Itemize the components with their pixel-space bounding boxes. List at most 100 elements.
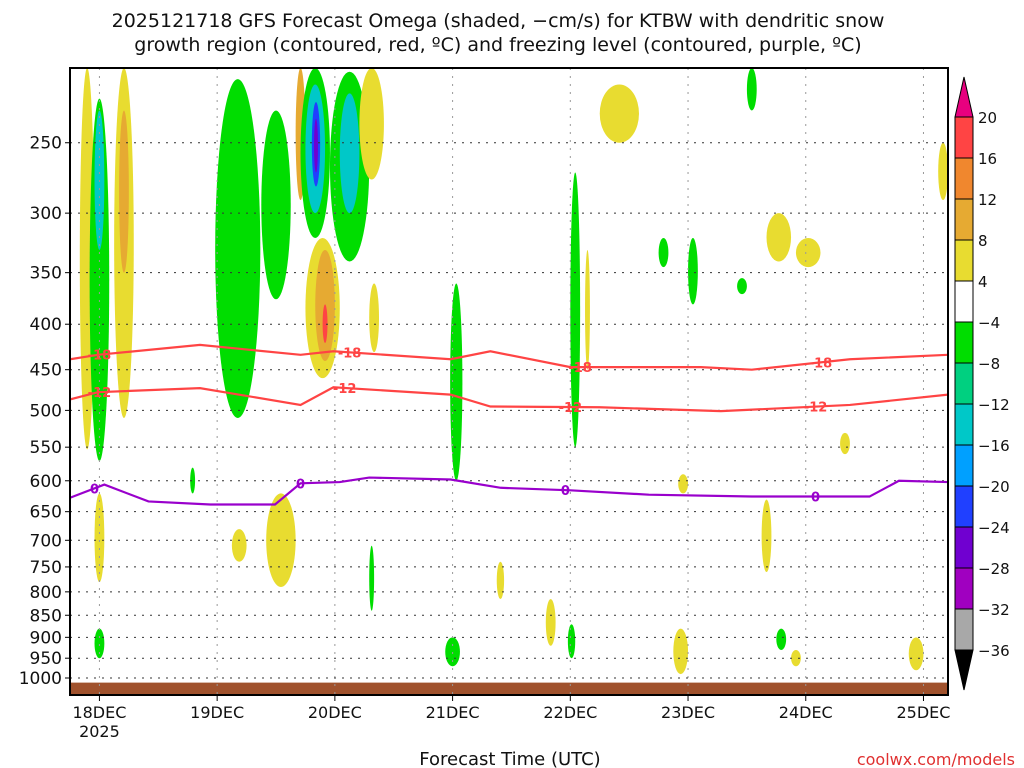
omega-shaded-region: [840, 432, 850, 455]
plot-area: -18 -18 -18 -18 -12 -12 -12 -12 0 0 0 0 250 300 350 400…: [19, 67, 950, 741]
y-tick-label: 300: [30, 204, 62, 224]
colorbar-band: [954, 198, 974, 241]
x-tick-label: 21DEC: [426, 703, 480, 722]
minus-18-isotherm-label: -18: [568, 361, 592, 376]
omega-shaded-region: [673, 628, 689, 675]
omega-shaded-region: [94, 493, 105, 583]
y-tick-label: 900: [30, 628, 62, 648]
omega-shaded-region: [908, 637, 924, 671]
x-tick-label: 19DEC: [190, 703, 244, 722]
colorbar-band: [954, 362, 974, 405]
y-tick-label: 750: [30, 558, 62, 578]
y-tick-label: 1000: [19, 669, 62, 689]
colorbar-label: −28: [978, 560, 1010, 578]
y-tick-label: 500: [30, 401, 62, 421]
omega-shaded-region: [746, 68, 757, 111]
omega-shaded-region: [313, 118, 318, 173]
colorbar-label: −24: [978, 519, 1010, 537]
omega-shaded-region: [795, 238, 821, 268]
x-tick-sublabel: 2025: [79, 722, 120, 741]
credit-text: coolwx.com/models: [857, 750, 1015, 768]
colorbar: 20 16 12 8 4 −4 −8 −12 −16 −20 −24 −28 −32 −36: [954, 76, 1010, 691]
y-tick-label: 450: [30, 361, 62, 381]
colorbar-label: −20: [978, 478, 1010, 496]
freezing-level-label: 0: [811, 491, 820, 506]
y-tick-label: 350: [30, 264, 62, 284]
omega-shaded-region: [737, 278, 747, 295]
minus-18-isotherm-label: -18: [88, 349, 112, 364]
omega-shaded-region: [545, 599, 556, 646]
colorbar-band: [954, 239, 974, 282]
omega-shaded-region: [761, 499, 772, 573]
plot-content: -18 -18 -18 -18 -12 -12 -12 -12 0 0 0 0: [70, 68, 948, 695]
omega-shaded-region: [567, 624, 576, 659]
colorbar-band: [954, 485, 974, 528]
minus-18-isotherm-label: -18: [338, 346, 362, 361]
y-tick-label: 650: [30, 503, 62, 523]
colorbar-label: −4: [978, 314, 1000, 332]
omega-shaded-region: [766, 213, 792, 262]
freezing-level-label: 0: [90, 482, 99, 497]
colorbar-label: 8: [978, 232, 988, 250]
colorbar-band: [954, 567, 974, 610]
colorbar-label: 20: [978, 109, 997, 127]
omega-shaded-region: [369, 545, 375, 611]
omega-time-height-chart: 2025121718 GFS Forecast Omega (shaded, −…: [19, 10, 1015, 768]
colorbar-band: [954, 526, 974, 569]
omega-shaded-region: [776, 628, 787, 650]
y-tick-label: 800: [30, 583, 62, 603]
colorbar-band: [954, 608, 974, 651]
omega-shaded-region: [339, 93, 360, 214]
omega-shaded-region: [585, 249, 590, 370]
colorbar-label: −8: [978, 355, 1000, 373]
y-tick-label: 550: [30, 438, 62, 458]
x-tick-label: 22DEC: [543, 703, 597, 722]
plot-frame: [69, 67, 949, 696]
colorbar-label: 12: [978, 191, 997, 209]
freezing-level-label: 0: [561, 484, 570, 499]
minus-18-isotherm-label: -18: [809, 356, 833, 371]
omega-shaded-region: [678, 474, 689, 494]
colorbar-band: [954, 444, 974, 487]
x-axis-label: Forecast Time (UTC): [419, 749, 600, 768]
y-tick-label: 250: [30, 134, 62, 154]
colorbar-label: 16: [978, 150, 997, 168]
omega-shaded-region: [688, 238, 698, 305]
omega-shaded-region: [599, 84, 639, 143]
chart-title-line2: growth region (contoured, red, ºC) and f…: [134, 34, 861, 56]
colorbar-band: [954, 280, 974, 323]
chart-title-line1: 2025121718 GFS Forecast Omega (shaded, −…: [112, 10, 885, 32]
omega-shaded-region: [369, 283, 380, 353]
omega-shaded-region: [450, 283, 463, 481]
y-tick-label: 950: [30, 649, 62, 669]
y-tick-label: 400: [30, 315, 62, 335]
colorbar-label: −12: [978, 396, 1010, 414]
minus-12-isotherm-label: -12: [333, 382, 357, 397]
omega-shaded-region: [215, 79, 261, 419]
minus-12-isotherm-label: -12: [804, 401, 828, 416]
minus-12-isotherm-label: -12: [559, 401, 583, 416]
x-tick-label: 25DEC: [896, 703, 950, 722]
colorbar-under-triangle: [954, 649, 974, 691]
freezing-level-label: 0: [296, 477, 305, 492]
x-tick-label: 23DEC: [661, 703, 715, 722]
colorbar-label: −16: [978, 437, 1010, 455]
omega-shaded-region: [231, 529, 247, 562]
omega-shaded-region: [658, 238, 669, 268]
x-tick-label: 18DEC: [72, 703, 126, 722]
omega-shaded-region: [938, 142, 948, 201]
y-tick-label: 700: [30, 531, 62, 551]
colorbar-over-triangle: [954, 76, 974, 118]
omega-shaded-region: [119, 110, 129, 273]
colorbar-label: 4: [978, 273, 988, 291]
omega-shaded-region: [261, 110, 291, 300]
colorbar-label: −36: [978, 642, 1010, 660]
y-tick-label: 600: [30, 472, 62, 492]
x-tick-label: 24DEC: [779, 703, 833, 722]
x-tick-label: 20DEC: [308, 703, 362, 722]
colorbar-band: [954, 321, 974, 364]
colorbar-band: [954, 116, 974, 159]
colorbar-label: −32: [978, 601, 1010, 619]
colorbar-band: [954, 403, 974, 446]
y-tick-label: 850: [30, 606, 62, 626]
